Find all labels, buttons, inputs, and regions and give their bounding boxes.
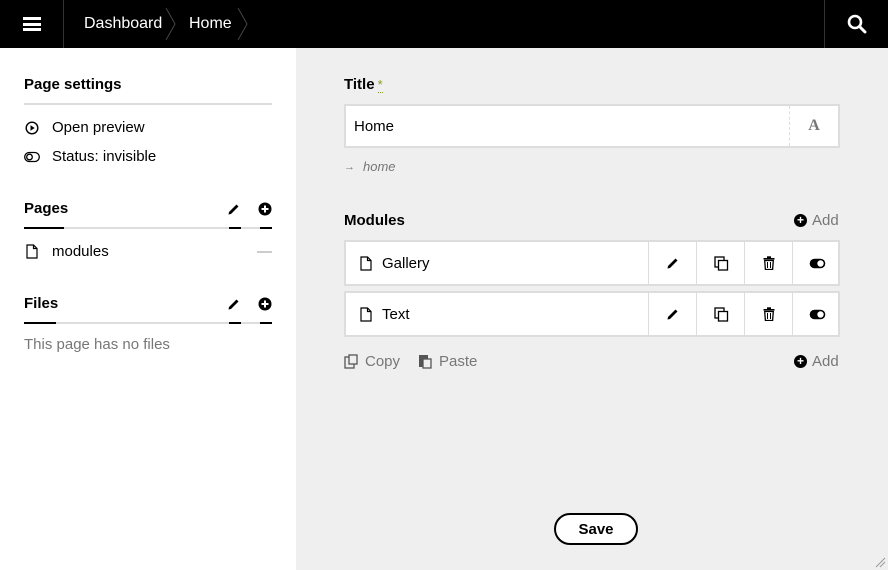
required-mark: * xyxy=(377,77,383,93)
plus-circle-icon: + xyxy=(794,214,807,227)
delete-module-button[interactable] xyxy=(744,242,793,284)
heading-underline xyxy=(24,227,64,229)
divider xyxy=(24,103,272,105)
delete-module-button[interactable] xyxy=(744,293,793,335)
tool-underline xyxy=(260,322,272,324)
page-icon xyxy=(24,244,40,260)
modules-label: Modules xyxy=(344,212,405,229)
page-status: — xyxy=(257,243,272,260)
paste-icon xyxy=(418,354,433,369)
add-file-button[interactable] xyxy=(257,296,273,312)
copy-label: Copy xyxy=(365,353,401,370)
add-module-button[interactable]: + Add xyxy=(794,212,839,229)
toggle-on-icon xyxy=(809,309,825,319)
pencil-icon xyxy=(667,309,678,320)
module-label: Text xyxy=(382,305,410,323)
plus-circle-icon xyxy=(258,297,272,311)
duplicate-module-button[interactable] xyxy=(696,293,745,335)
main-panel: Title* A → home Modules + Add Gallery xyxy=(296,48,888,570)
add-label: Add xyxy=(812,353,839,370)
tool-underline xyxy=(229,322,241,324)
module-item: Gallery xyxy=(344,240,840,286)
slug-text: home xyxy=(363,159,396,174)
edit-module-button[interactable] xyxy=(648,293,697,335)
title-field: A xyxy=(344,104,840,148)
pencil-icon xyxy=(228,299,239,310)
status-label: Status: invisible xyxy=(52,148,157,165)
page-item-label: modules xyxy=(52,243,109,260)
tool-underline xyxy=(229,227,241,229)
edit-module-button[interactable] xyxy=(648,242,697,284)
search-button[interactable] xyxy=(824,0,888,48)
pencil-icon xyxy=(228,204,239,215)
page-item-modules[interactable]: modules — xyxy=(24,243,272,260)
duplicate-icon xyxy=(713,306,728,322)
module-name[interactable]: Gallery xyxy=(360,242,430,284)
title-label-text: Title xyxy=(344,76,375,93)
hamburger-icon xyxy=(22,17,41,31)
module-name[interactable]: Text xyxy=(360,293,410,335)
search-icon xyxy=(847,14,866,34)
breadcrumb-separator-icon xyxy=(237,7,248,41)
title-field-label: Title * xyxy=(344,76,383,93)
slug-display: → home xyxy=(344,159,396,174)
top-bar: Dashboard Home xyxy=(0,0,888,48)
add-label: Add xyxy=(812,212,839,229)
breadcrumb-dashboard[interactable]: Dashboard xyxy=(84,0,162,48)
edit-pages-button[interactable] xyxy=(226,201,242,217)
toggle-off-icon xyxy=(24,149,40,165)
resize-handle-icon[interactable] xyxy=(874,556,886,568)
play-circle-icon xyxy=(24,120,40,136)
breadcrumb-home[interactable]: Home xyxy=(189,0,232,48)
arrow-right-icon: → xyxy=(344,160,355,173)
add-page-button[interactable] xyxy=(257,201,273,217)
title-input[interactable] xyxy=(346,106,794,146)
copy-icon xyxy=(344,354,359,369)
copy-button[interactable]: Copy xyxy=(344,353,400,370)
breadcrumb-separator-icon xyxy=(165,7,176,41)
module-item: Text xyxy=(344,291,840,337)
toggle-module-button[interactable] xyxy=(792,293,841,335)
status-toggle[interactable]: Status: invisible xyxy=(24,148,156,165)
trash-icon xyxy=(763,307,775,321)
open-preview-link[interactable]: Open preview xyxy=(24,119,145,136)
toggle-module-button[interactable] xyxy=(792,242,841,284)
page-icon xyxy=(360,255,372,271)
page-settings-heading: Page settings xyxy=(24,76,122,93)
toggle-on-icon xyxy=(809,258,825,268)
duplicate-module-button[interactable] xyxy=(696,242,745,284)
plus-circle-icon xyxy=(258,202,272,216)
paste-button[interactable]: Paste xyxy=(418,353,477,370)
open-preview-label: Open preview xyxy=(52,119,145,136)
save-button[interactable]: Save xyxy=(554,513,638,545)
sidebar: Page settings Open preview Status: invis… xyxy=(0,48,296,570)
module-label: Gallery xyxy=(382,254,430,272)
pencil-icon xyxy=(667,258,678,269)
trash-icon xyxy=(763,256,775,270)
duplicate-icon xyxy=(713,255,728,271)
page-icon xyxy=(360,306,372,322)
plus-circle-icon: + xyxy=(794,355,807,368)
edit-files-button[interactable] xyxy=(226,296,242,312)
paste-label: Paste xyxy=(439,353,478,370)
text-format-icon: A xyxy=(789,106,838,146)
add-module-bottom-button[interactable]: + Add xyxy=(794,353,839,370)
heading-underline xyxy=(24,322,56,324)
menu-button[interactable] xyxy=(0,0,64,48)
tool-underline xyxy=(260,227,272,229)
files-empty-text: This page has no files xyxy=(24,336,170,353)
